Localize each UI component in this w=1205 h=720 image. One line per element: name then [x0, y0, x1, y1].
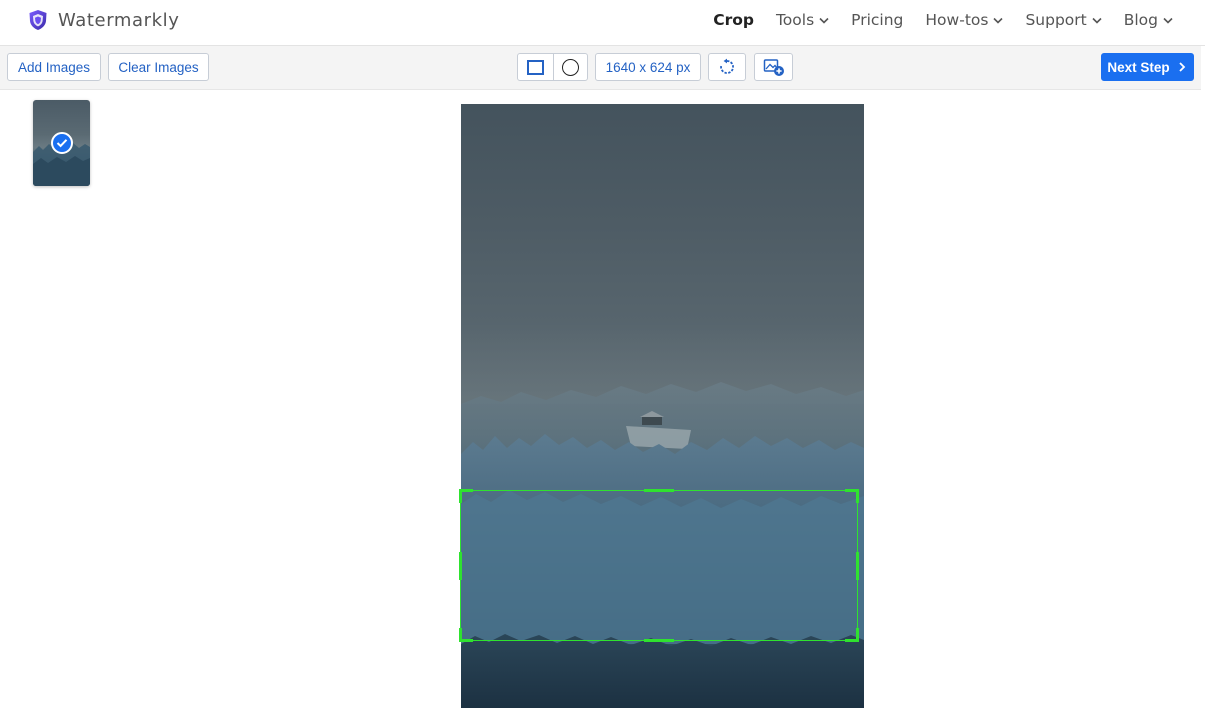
chevron-down-icon [1092, 17, 1102, 24]
add-image-button[interactable] [754, 53, 793, 81]
nav-crop-label: Crop [713, 11, 754, 29]
rectangle-shape-button[interactable] [518, 54, 553, 80]
nav-how-tos-label: How-tos [925, 11, 989, 29]
chevron-down-icon [993, 17, 1004, 24]
nav-crop[interactable]: Crop [713, 11, 754, 29]
crop-selection-frame[interactable] [459, 489, 859, 642]
nav-pricing-label: Pricing [851, 11, 904, 29]
crop-handle-right[interactable] [856, 552, 859, 580]
main-nav: Crop Tools Pricing How-tos Support Blog [691, 0, 1173, 40]
next-step-button[interactable]: Next Step [1101, 53, 1194, 81]
chevron-down-icon [1163, 17, 1173, 24]
nav-support[interactable]: Support [1025, 11, 1102, 29]
nav-tools[interactable]: Tools [776, 11, 829, 29]
crop-handle-top-right[interactable] [845, 489, 859, 503]
crop-handle-top-left[interactable] [459, 489, 473, 503]
add-images-button[interactable]: Add Images [7, 53, 101, 81]
brand-name: Watermarkly [58, 9, 180, 31]
add-image-icon [763, 59, 784, 76]
shield-logo-icon [29, 10, 47, 30]
nav-support-label: Support [1025, 11, 1087, 29]
nav-tools-label: Tools [775, 11, 815, 29]
chevron-down-icon [819, 17, 829, 24]
circle-shape-icon [561, 58, 579, 76]
nav-blog-label: Blog [1123, 11, 1158, 29]
brand-logo[interactable]: Watermarkly [28, 9, 180, 31]
selected-check-icon [51, 132, 73, 154]
chevron-right-icon [1179, 62, 1185, 72]
image-thumbnail[interactable] [33, 100, 90, 186]
next-step-label: Next Step [1107, 59, 1170, 75]
nav-pricing[interactable]: Pricing [851, 11, 903, 29]
top-header: Watermarkly Crop Tools Pricing How-tos S… [0, 0, 1205, 46]
crop-handle-left[interactable] [459, 552, 462, 580]
crop-handle-top[interactable] [644, 489, 674, 492]
rectangle-shape-icon [526, 59, 544, 75]
circle-shape-button[interactable] [552, 54, 588, 80]
crop-handle-bottom[interactable] [644, 639, 674, 642]
crop-toolbar: Add Images Clear Images 1640 x 624 px Ne… [0, 46, 1201, 90]
crop-handle-bottom-left[interactable] [459, 628, 473, 642]
crop-handle-bottom-right[interactable] [845, 628, 859, 642]
rotate-icon [720, 58, 734, 74]
nav-blog[interactable]: Blog [1124, 11, 1173, 29]
rotate-button[interactable] [708, 53, 746, 81]
clear-images-button[interactable]: Clear Images [108, 53, 209, 81]
crop-dimensions-button[interactable]: 1640 x 624 px [595, 53, 701, 81]
crop-shape-selector [517, 53, 588, 81]
nav-how-tos[interactable]: How-tos [925, 11, 1004, 29]
